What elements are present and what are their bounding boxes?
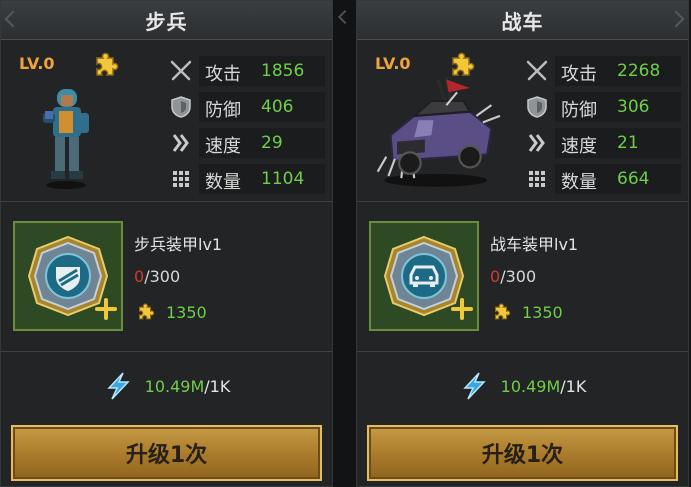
section-divider [1,201,332,202]
puzzle-piece-icon [138,303,155,320]
stat-label: 数量 [205,172,241,193]
unit-level: LV.0 [19,54,55,73]
infantry-soldier-sprite [43,89,89,189]
section-divider [357,201,688,202]
puzzle-piece-icon [494,303,511,320]
cost-value: 1350 [522,302,563,322]
war-truck-sprite [376,76,501,187]
dot-grid-icon [529,171,545,187]
stat-value: 664 [617,169,650,189]
stat-count: 数量 664 [525,161,685,197]
stat-label: 防御 [205,100,241,121]
stat-label: 攻击 [205,64,241,85]
progress-current: 0 [490,267,501,286]
vehicle-armor-icon [383,235,473,320]
power-value: 10.49M [500,376,561,396]
stat-count: 数量 1104 [169,161,329,197]
equipment-progress: 0/300 [490,267,536,286]
speed-chevrons-icon [172,134,189,152]
stat-attack: 攻击 2268 [525,53,685,89]
stat-speed: 速度 21 [525,125,685,161]
infantry-armor-icon [27,235,117,320]
shield-icon [527,96,547,118]
unit-level: LV.0 [375,54,411,73]
stat-label: 速度 [205,136,241,157]
progress-current: 0 [134,267,145,286]
puzzle-piece-icon [96,52,119,76]
stat-value: 1856 [261,61,305,81]
equipment-slot[interactable] [13,221,123,331]
shield-icon [171,96,191,118]
equipment-cost: 1350 [490,301,563,323]
stat-label: 数量 [561,172,597,193]
stats-list: 攻击 1856 防御 406 速度 29 数量 1104 [169,53,329,197]
progress-max: /300 [500,267,537,286]
infantry-panel: 步兵 LV.0 攻击 1856 防御 406 速度 29 数量 1104 步兵装… [0,0,333,487]
power-requirement: 10.49M/1K [357,371,688,401]
panel-gap [333,0,356,487]
stat-value: 306 [617,97,650,117]
panel-title: 步兵 [145,9,188,34]
power-max: /1K [560,376,587,396]
section-divider [357,351,688,352]
vehicle-panel: 战车 LV.0 攻击 2268 防御 306 速度 21 数量 664 战车装甲… [356,0,689,487]
lightning-bolt-icon [462,372,486,400]
stat-value: 2268 [617,61,661,81]
stat-defense: 防御 306 [525,89,685,125]
power-value: 10.49M [144,376,205,396]
stat-label: 攻击 [561,64,597,85]
power-requirement: 10.49M/1K [1,371,332,401]
crossed-swords-icon [170,60,192,81]
equipment-cost: 1350 [134,301,207,323]
lightning-bolt-icon [106,372,130,400]
stat-label: 速度 [561,136,597,157]
upgrade-button[interactable]: 升级1次 [367,425,678,481]
equipment-slot[interactable] [369,221,479,331]
stat-value: 29 [261,133,283,153]
stat-speed: 速度 29 [169,125,329,161]
progress-max: /300 [144,267,181,286]
equipment-name: 战车装甲lv1 [490,235,579,254]
upgrade-button-label: 升级1次 [125,443,208,468]
panel-title-bar: 战车 [357,1,688,40]
stat-defense: 防御 406 [169,89,329,125]
stat-value: 406 [261,97,294,117]
crossed-swords-icon [526,60,548,81]
equipment-progress: 0/300 [134,267,180,286]
upgrade-button-label: 升级1次 [481,443,564,468]
upgrade-button[interactable]: 升级1次 [11,425,322,481]
speed-chevrons-icon [528,134,545,152]
stat-label: 防御 [561,100,597,121]
panel-title-bar: 步兵 [1,1,332,40]
panel-title: 战车 [501,9,544,34]
section-divider [1,351,332,352]
stats-list: 攻击 2268 防御 306 速度 21 数量 664 [525,53,685,197]
equipment-name: 步兵装甲lv1 [134,235,223,254]
cost-value: 1350 [166,302,207,322]
stat-value: 21 [617,133,639,153]
stat-value: 1104 [261,169,305,189]
stat-attack: 攻击 1856 [169,53,329,89]
power-max: /1K [204,376,231,396]
dot-grid-icon [173,171,189,187]
